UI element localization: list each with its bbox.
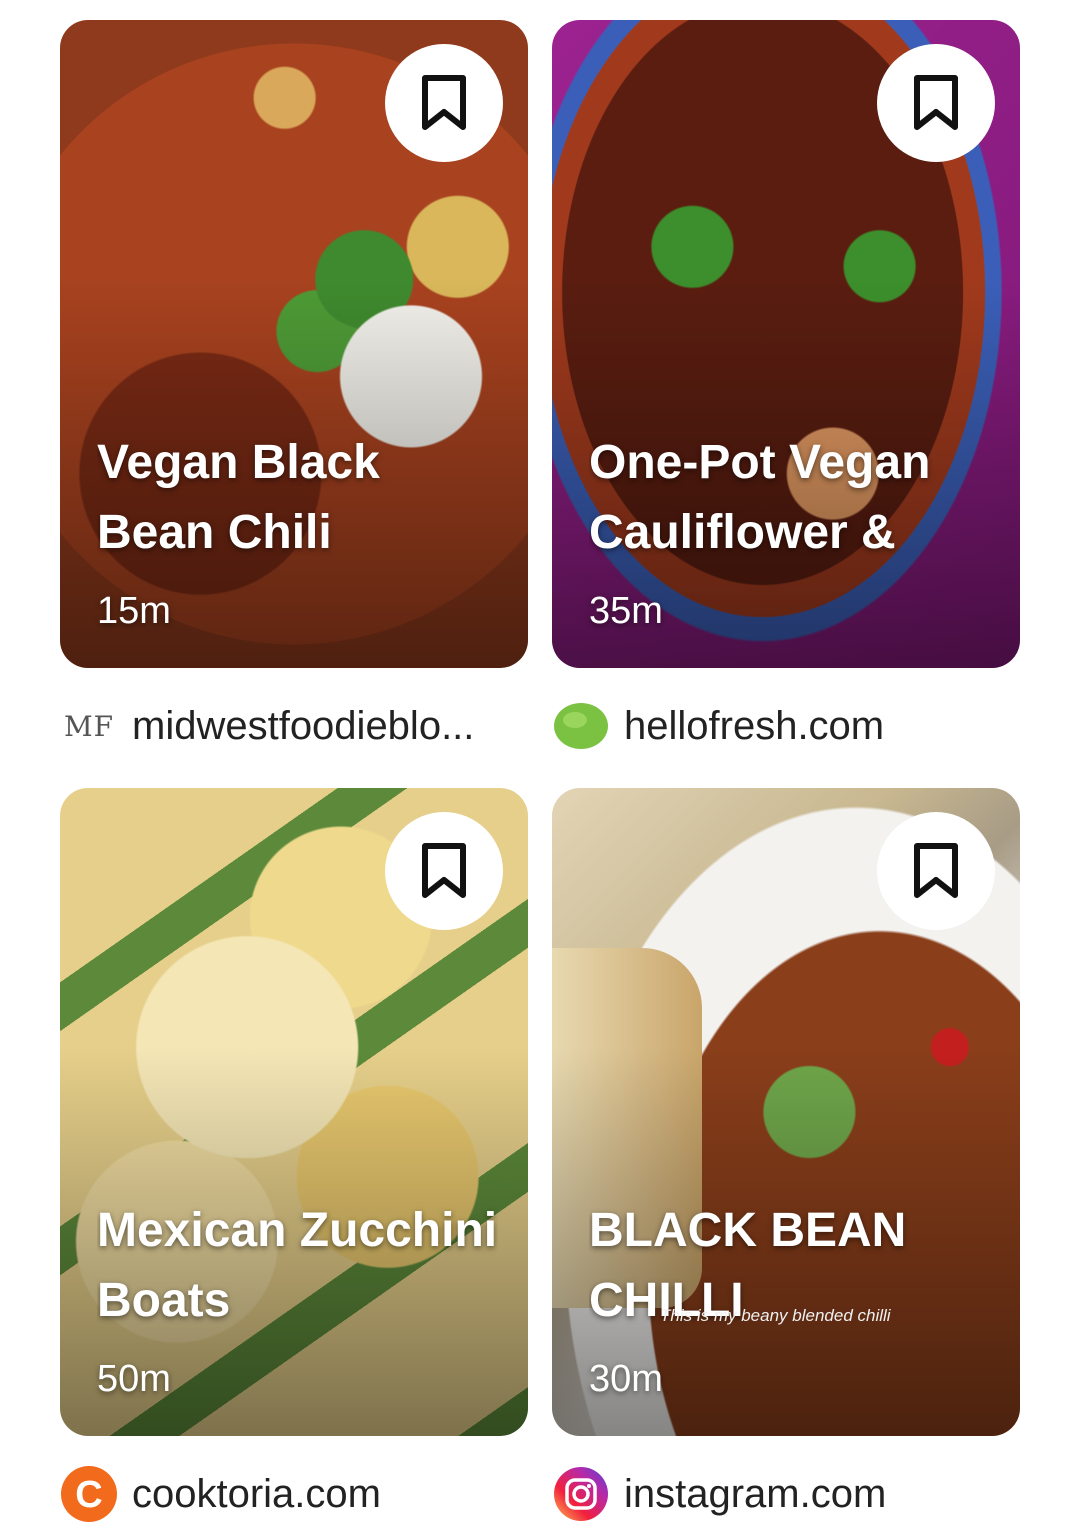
recipe-time: 30m — [589, 1358, 663, 1400]
recipe-source[interactable]: instagram.com — [552, 1464, 1020, 1524]
recipe-source[interactable]: C cooktoria.com — [60, 1464, 528, 1524]
recipe-title: Mexican Zucchini Boats — [97, 1204, 498, 1327]
recipe-card[interactable]: BLACK BEAN CHILLI This is my beany blend… — [552, 788, 1020, 1521]
recipe-time: 35m — [589, 590, 663, 632]
recipe-source[interactable]: MF midwestfoodieblo... — [60, 696, 528, 756]
recipe-image[interactable]: One-Pot Vegan Cauliflower & 35m — [552, 20, 1020, 668]
recipe-source[interactable]: hellofresh.com — [552, 696, 1020, 756]
recipe-title: Vegan Black Bean Chili — [97, 436, 380, 559]
save-button[interactable] — [877, 44, 995, 162]
cooktoria-logo-icon: C — [60, 1465, 118, 1523]
recipe-time: 50m — [97, 1358, 171, 1400]
hellofresh-logo-icon — [552, 697, 610, 755]
bookmark-icon — [914, 75, 958, 130]
recipe-image[interactable]: Mexican Zucchini Boats 50m — [60, 788, 528, 1436]
recipe-card[interactable]: One-Pot Vegan Cauliflower & 35m hellofre… — [552, 20, 1020, 749]
recipe-card[interactable]: Vegan Black Bean Chili 15m MF midwestfoo… — [60, 20, 528, 748]
recipe-grid: Vegan Black Bean Chili 15m MF midwestfoo… — [0, 0, 1080, 1534]
source-domain: hellofresh.com — [624, 703, 885, 748]
save-button[interactable] — [385, 812, 503, 930]
svg-text:C: C — [75, 1474, 102, 1516]
source-domain: midwestfoodieblo... — [132, 703, 475, 748]
source-domain: cooktoria.com — [132, 1471, 381, 1516]
overlay-caption: This is my beany blended chilli — [660, 1306, 891, 1325]
save-button[interactable] — [877, 812, 995, 930]
recipe-time: 15m — [97, 590, 171, 632]
instagram-logo-icon — [552, 1465, 610, 1523]
bookmark-icon — [422, 75, 466, 130]
save-button[interactable] — [385, 44, 503, 162]
bookmark-icon — [422, 843, 466, 898]
recipe-title: One-Pot Vegan Cauliflower & — [589, 436, 931, 559]
recipe-image[interactable]: Vegan Black Bean Chili 15m — [60, 20, 528, 668]
mf-logo-text: MF — [63, 709, 115, 743]
source-domain: instagram.com — [624, 1471, 887, 1516]
bookmark-icon — [914, 843, 958, 898]
recipe-card[interactable]: Mexican Zucchini Boats 50m C cooktoria.c… — [60, 788, 528, 1522]
recipe-image[interactable]: BLACK BEAN CHILLI This is my beany blend… — [552, 788, 1020, 1436]
mf-logo-icon: MF — [60, 697, 118, 755]
